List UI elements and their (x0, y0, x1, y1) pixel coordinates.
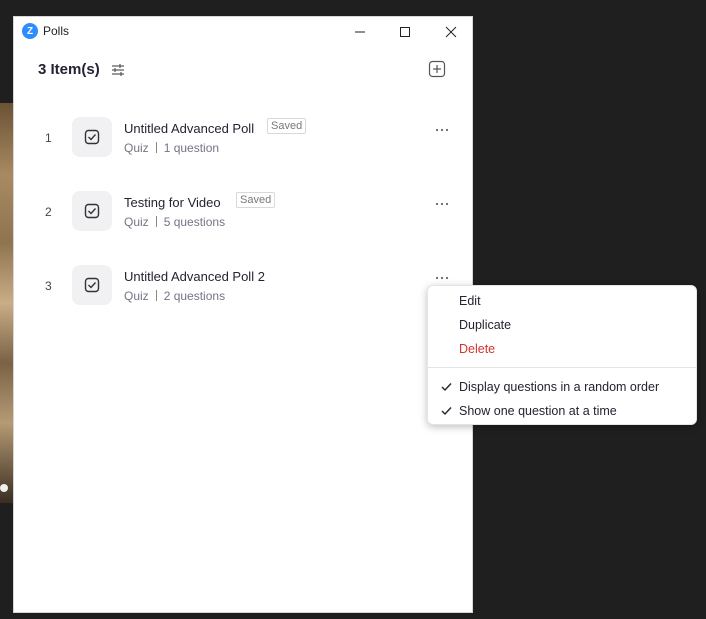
poll-list-item[interactable]: 3 Untitled Advanced Poll 2 Quiz 2 questio… (14, 259, 472, 319)
menu-item-duplicate[interactable]: Duplicate (428, 314, 696, 336)
menu-item-one-at-a-time[interactable]: Show one question at a time (428, 400, 696, 422)
poll-index: 2 (45, 205, 52, 219)
minimize-button[interactable] (348, 21, 372, 43)
background-indicator (0, 484, 8, 492)
menu-item-one-at-a-time-label: Show one question at a time (459, 404, 617, 418)
poll-title: Untitled Advanced Poll (124, 121, 255, 136)
items-count: 3 Item(s) (38, 61, 100, 78)
meta-divider (155, 216, 157, 227)
polls-header: 3 Item(s) (14, 55, 472, 85)
filter-icon[interactable] (110, 62, 126, 78)
menu-item-random-order-label: Display questions in a random order (459, 380, 660, 394)
menu-item-edit[interactable]: Edit (428, 290, 696, 312)
poll-meta: Quiz 2 questions (124, 289, 225, 303)
poll-checkbox-icon (72, 265, 112, 305)
meta-divider (155, 142, 157, 153)
ellipsis-icon (435, 276, 449, 280)
maximize-icon (400, 27, 410, 37)
poll-title: Testing for Video (124, 195, 221, 210)
poll-checkbox-icon (72, 191, 112, 231)
poll-meta: Quiz 5 questions (124, 215, 225, 229)
window-title: Polls (43, 24, 70, 38)
poll-type: Quiz (124, 215, 149, 229)
poll-type: Quiz (124, 141, 149, 155)
maximize-button[interactable] (393, 21, 417, 43)
polls-window: Z Polls 3 Item(s) 1 Untitled Advanced Po… (13, 16, 473, 613)
poll-title: Untitled Advanced Poll 2 (124, 269, 265, 284)
poll-meta: Quiz 1 question (124, 141, 219, 155)
zoom-logo-icon: Z (22, 23, 38, 39)
poll-list-item[interactable]: 2 Testing for Video Saved Quiz 5 question… (14, 185, 472, 245)
close-button[interactable] (439, 21, 463, 43)
more-options-button[interactable] (433, 125, 451, 137)
poll-type: Quiz (124, 289, 149, 303)
saved-badge: Saved (236, 192, 276, 208)
poll-index: 3 (45, 279, 52, 293)
background-video-feed (0, 103, 14, 503)
menu-item-delete[interactable]: Delete (428, 338, 696, 360)
add-poll-icon[interactable] (428, 60, 446, 78)
more-options-button[interactable] (433, 199, 451, 211)
poll-question-count: 1 question (163, 141, 220, 155)
menu-item-random-order[interactable]: Display questions in a random order (428, 376, 696, 398)
title-bar: Z Polls (14, 17, 472, 47)
poll-list-item[interactable]: 1 Untitled Advanced Poll Saved Quiz 1 que… (14, 111, 472, 171)
ellipsis-icon (435, 128, 449, 132)
minimize-icon (355, 31, 365, 33)
more-options-button[interactable] (433, 273, 451, 285)
poll-question-count: 2 questions (163, 289, 226, 303)
menu-divider (428, 367, 696, 368)
meta-divider (155, 290, 157, 301)
poll-index: 1 (45, 131, 52, 145)
checkmark-icon (441, 407, 452, 416)
poll-context-menu: Edit Duplicate Delete Display questions … (427, 285, 697, 425)
poll-checkbox-icon (72, 117, 112, 157)
saved-badge: Saved (267, 118, 307, 134)
poll-question-count: 5 questions (163, 215, 226, 229)
checkmark-icon (441, 383, 452, 392)
close-icon (445, 26, 457, 38)
ellipsis-icon (435, 202, 449, 206)
